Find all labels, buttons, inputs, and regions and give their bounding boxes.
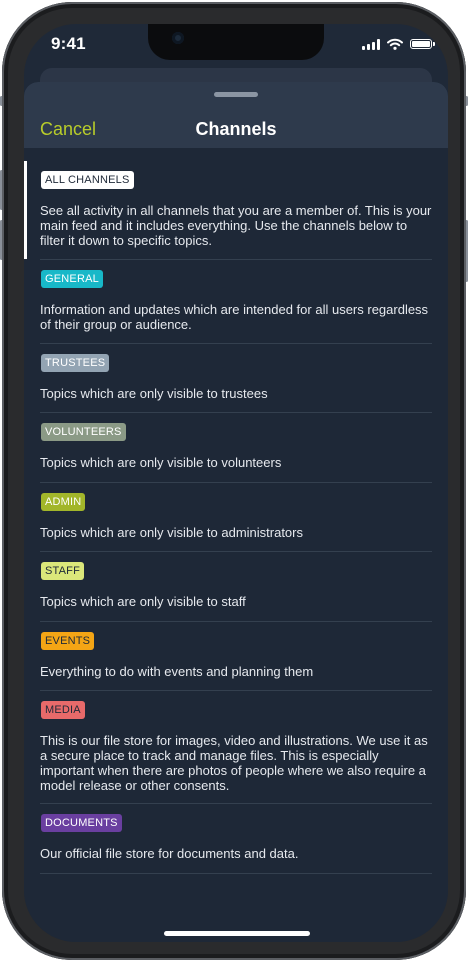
home-indicator[interactable] <box>164 931 310 936</box>
status-time: 9:41 <box>51 34 86 53</box>
sheet-grabber[interactable] <box>214 92 258 97</box>
sheet-header: Cancel Channels <box>24 82 448 148</box>
channel-all-channels[interactable]: ALL CHANNELS See all activity in all cha… <box>24 161 432 260</box>
channel-trustees[interactable]: TRUSTEES Topics which are only visible t… <box>40 344 432 413</box>
channel-chip: EVENTS <box>41 632 95 650</box>
channel-chip: DOCUMENTS <box>41 814 122 832</box>
channel-description: Our official file store for documents an… <box>40 846 299 861</box>
channel-chip: MEDIA <box>41 701 85 719</box>
signal-icon <box>362 38 380 50</box>
channel-chip: GENERAL <box>41 270 103 288</box>
channels-sheet: Cancel Channels ALL CHANNELS See all act… <box>24 82 448 942</box>
wifi-icon <box>387 38 403 50</box>
channel-chip: ALL CHANNELS <box>41 171 134 189</box>
channel-description: Topics which are only visible to staff <box>40 594 246 609</box>
channel-chip: VOLUNTEERS <box>41 423 126 441</box>
status-bar: 9:41 <box>24 24 448 72</box>
sheet-title: Channels <box>195 119 277 139</box>
channel-volunteers[interactable]: VOLUNTEERS Topics which are only visible… <box>40 413 432 483</box>
channel-description: See all activity in all channels that yo… <box>40 203 432 248</box>
channel-documents[interactable]: DOCUMENTS Our official file store for do… <box>40 804 432 874</box>
channel-general[interactable]: GENERAL Information and updates which ar… <box>40 260 432 344</box>
channel-staff[interactable]: STAFF Topics which are only visible to s… <box>40 552 432 622</box>
channel-description: Everything to do with events and plannin… <box>40 664 314 679</box>
camera-icon <box>172 32 184 44</box>
channel-description: Topics which are only visible to volunte… <box>40 455 282 470</box>
channel-admin[interactable]: ADMIN Topics which are only visible to a… <box>40 483 432 552</box>
channel-list: ALL CHANNELS See all activity in all cha… <box>24 161 448 874</box>
screen: 9:41 Cancel Channels ALL CHANNELS See al… <box>24 24 448 942</box>
status-icons <box>362 38 435 50</box>
channel-description: Topics which are only visible to adminis… <box>40 525 303 540</box>
phone-frame: 9:41 Cancel Channels ALL CHANNELS See al… <box>2 2 466 960</box>
channel-description: Topics which are only visible to trustee… <box>40 386 268 401</box>
channel-description: Information and updates which are intend… <box>40 302 429 332</box>
channel-description: This is our file store for images, video… <box>40 733 428 793</box>
channel-chip: TRUSTEES <box>41 354 110 372</box>
battery-icon <box>410 39 435 49</box>
channel-events[interactable]: EVENTS Everything to do with events and … <box>40 622 432 691</box>
channel-chip: STAFF <box>41 562 85 580</box>
channel-chip: ADMIN <box>41 493 86 511</box>
channel-media[interactable]: MEDIA This is our file store for images,… <box>40 691 432 804</box>
notch <box>148 24 324 60</box>
